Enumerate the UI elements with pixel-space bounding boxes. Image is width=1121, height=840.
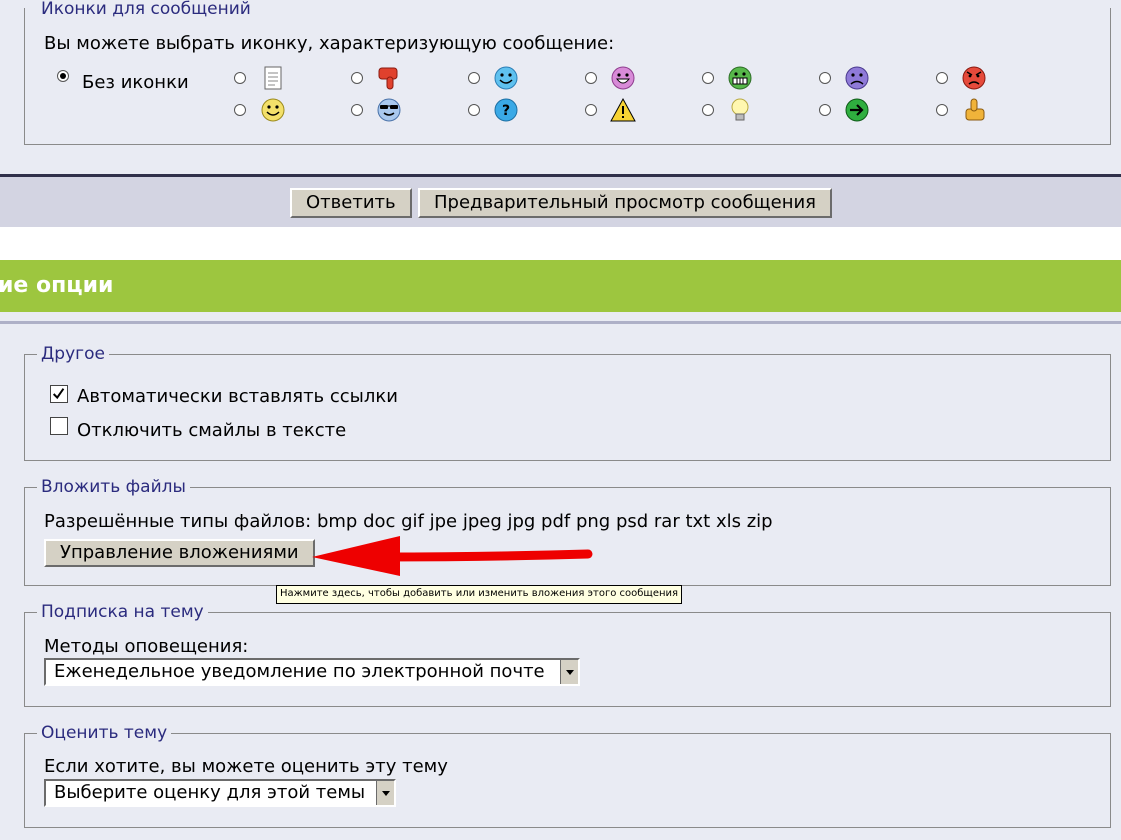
radio-icon-thumbs-up[interactable] <box>936 104 948 116</box>
radio-icon-warning[interactable] <box>585 104 597 116</box>
icons-prompt: Вы можете выбрать иконку, характеризующу… <box>44 33 615 54</box>
radio-icon-angry[interactable] <box>936 72 948 84</box>
manage-attachments-button[interactable]: Управление вложениями <box>44 539 315 567</box>
white-strip <box>0 227 1121 260</box>
sad-icon <box>845 66 869 90</box>
radio-icon-question[interactable] <box>468 104 480 116</box>
lightbulb-icon <box>731 98 749 121</box>
tooltip: Нажмите здесь, чтобы добавить или измени… <box>276 585 683 604</box>
auto-links-checkbox[interactable] <box>50 385 68 403</box>
radio-icon-cool[interactable] <box>351 104 363 116</box>
radio-no-icon[interactable] <box>57 70 69 82</box>
thumbs-down-icon <box>378 67 398 90</box>
other-fieldset: Другое Автоматически вставлять ссылки От… <box>24 343 1111 461</box>
rate-prompt: Если хотите, вы можете оценить эту тему <box>44 756 448 777</box>
radio-icon-arrow-right[interactable] <box>819 104 831 116</box>
question-icon: ? <box>494 98 518 122</box>
angry-icon <box>962 66 986 90</box>
methods-label: Методы оповещения: <box>44 636 249 657</box>
cool-icon <box>377 98 401 122</box>
thumbs-up-icon <box>965 98 985 121</box>
subscribe-legend: Подписка на тему <box>37 601 208 623</box>
radio-icon-smile[interactable] <box>234 104 246 116</box>
notification-select-value: Еженедельное уведомление по электронной … <box>54 661 545 682</box>
icons-fieldset: Иконки для сообщений Вы можете выбрать и… <box>24 0 1111 145</box>
smile-icon <box>261 98 285 122</box>
svg-text:?: ? <box>502 103 510 119</box>
chevron-down-icon[interactable] <box>560 660 578 684</box>
other-legend: Другое <box>37 343 109 365</box>
preview-button[interactable]: Предварительный просмотр сообщения <box>418 188 832 218</box>
warning-icon <box>610 97 636 122</box>
radio-icon-grin[interactable] <box>702 72 714 84</box>
icons-legend: Иконки для сообщений <box>37 0 255 20</box>
chevron-down-icon[interactable] <box>376 781 394 805</box>
attach-legend: Вложить файлы <box>37 476 190 498</box>
arrow-right-icon <box>845 98 869 122</box>
disable-smilies-label: Отключить смайлы в тексте <box>77 420 347 441</box>
radio-icon-thumbs-down[interactable] <box>351 72 363 84</box>
happy-purple-icon <box>611 66 635 90</box>
notification-select[interactable]: Еженедельное уведомление по электронной … <box>44 658 580 686</box>
rate-legend: Оценить тему <box>37 722 172 744</box>
rate-fieldset: Оценить тему Если хотите, вы можете оцен… <box>24 722 1111 828</box>
options-header-title: ие опции <box>0 273 114 298</box>
red-arrow-annotation <box>312 536 593 576</box>
options-header: ие опции <box>0 260 1121 312</box>
disable-smilies-checkbox[interactable] <box>50 417 68 435</box>
rating-select-value: Выберите оценку для этой темы <box>54 782 366 803</box>
radio-icon-lightbulb[interactable] <box>702 104 714 116</box>
radio-icon-sad[interactable] <box>819 72 831 84</box>
radio-icon-happy-purple[interactable] <box>585 72 597 84</box>
note-icon <box>264 66 282 90</box>
radio-icon-smile-blue[interactable] <box>468 72 480 84</box>
header-underline <box>0 321 1121 324</box>
radio-icon-note[interactable] <box>234 72 246 84</box>
subscribe-fieldset: Подписка на тему Методы оповещения: Ежен… <box>24 601 1111 707</box>
no-icon-label: Без иконки <box>82 72 189 93</box>
rating-select[interactable]: Выберите оценку для этой темы <box>44 779 396 807</box>
grin-icon <box>728 66 752 90</box>
auto-links-label: Автоматически вставлять ссылки <box>77 386 398 407</box>
reply-button[interactable]: Ответить <box>290 188 412 218</box>
smile-blue-icon <box>494 66 518 90</box>
